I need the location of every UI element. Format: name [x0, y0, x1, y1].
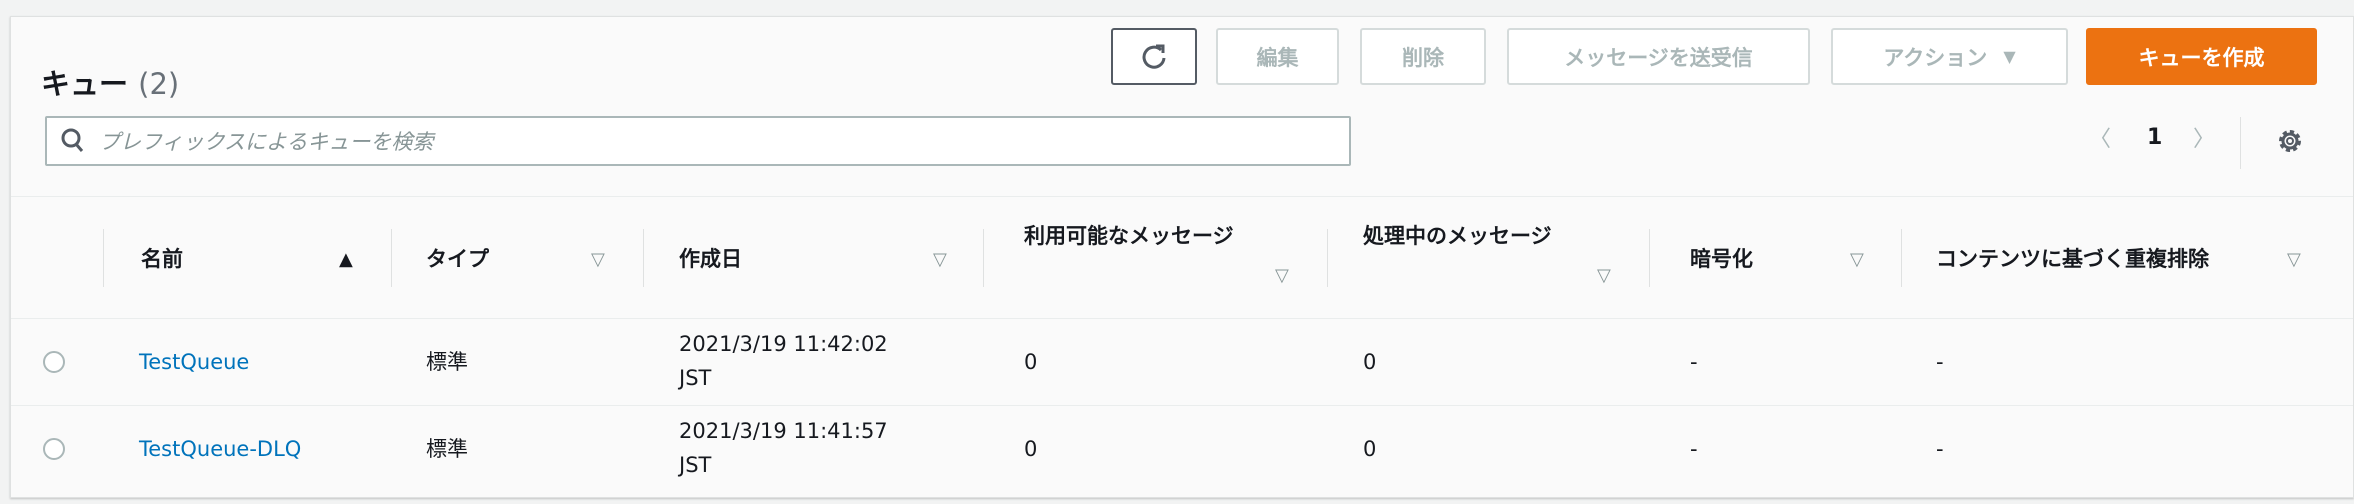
search-icon: [61, 128, 84, 152]
column-header-available[interactable]: 利用可能なメッセージ: [1024, 216, 1274, 296]
col-divider: [643, 229, 644, 287]
available-messages: 0: [1024, 350, 1038, 374]
sort-icon[interactable]: ▽: [2287, 249, 2301, 270]
column-header-dedup[interactable]: コンテンツに基づく重複排除: [1936, 196, 2209, 319]
queue-link[interactable]: TestQueue: [139, 350, 249, 374]
actions-dropdown[interactable]: アクション ▼: [1831, 28, 2068, 85]
row-radio[interactable]: [43, 351, 65, 373]
created-date: 2021/3/19 11:41:57: [679, 419, 888, 443]
sort-icon[interactable]: ▽: [591, 249, 605, 270]
column-header-name[interactable]: 名前: [141, 196, 183, 319]
column-header-inflight[interactable]: 処理中のメッセージ: [1363, 216, 1603, 296]
next-page-button[interactable]: 〉: [2193, 121, 2215, 153]
sort-icon[interactable]: ▽: [933, 249, 947, 270]
edit-button[interactable]: 編集: [1216, 28, 1339, 85]
settings-button[interactable]: [2276, 127, 2304, 159]
actions-label: アクション: [1883, 45, 1988, 70]
table-row: TestQueue 標準 2021/3/19 11:42:02 JST 0 0 …: [11, 319, 2353, 406]
created-tz: JST: [679, 366, 712, 390]
refresh-button[interactable]: [1111, 28, 1197, 85]
prev-page-button[interactable]: 〈: [2089, 121, 2111, 153]
title-text: キュー: [41, 67, 129, 101]
dedup: -: [1936, 350, 1944, 374]
col-divider: [1901, 229, 1902, 287]
sort-asc-icon[interactable]: ▲: [339, 249, 353, 270]
col-divider: [1649, 229, 1650, 287]
sort-icon[interactable]: ▽: [1275, 265, 1289, 286]
encryption: -: [1690, 437, 1698, 461]
sort-icon[interactable]: ▽: [1850, 249, 1864, 270]
encryption: -: [1690, 350, 1698, 374]
column-header-type[interactable]: タイプ: [426, 196, 489, 319]
send-receive-button[interactable]: メッセージを送受信: [1507, 28, 1810, 85]
column-header-encryption[interactable]: 暗号化: [1690, 196, 1753, 319]
available-messages: 0: [1024, 437, 1038, 461]
caret-down-icon: ▼: [2003, 47, 2016, 66]
delete-button[interactable]: 削除: [1360, 28, 1486, 85]
queue-type: 標準: [426, 350, 468, 374]
col-divider: [103, 229, 104, 287]
queue-type: 標準: [426, 437, 468, 461]
created-tz: JST: [679, 453, 712, 477]
create-queue-button[interactable]: キューを作成: [2086, 28, 2317, 85]
page-title: キュー (2): [41, 61, 179, 103]
gear-icon: [2279, 130, 2301, 152]
column-header-created[interactable]: 作成日: [679, 196, 742, 319]
queues-panel: キュー (2) 編集 削除 メッセージを送受信 アクション ▼ キューを作成 プレ…: [10, 16, 2354, 498]
refresh-icon: [1142, 44, 1166, 69]
search-placeholder: プレフィックスによるキューを検索: [99, 130, 434, 154]
inflight-messages: 0: [1363, 350, 1377, 374]
search-input[interactable]: プレフィックスによるキューを検索: [45, 116, 1351, 166]
created-date: 2021/3/19 11:42:02: [679, 332, 888, 356]
current-page[interactable]: 1: [2147, 125, 2162, 150]
col-divider: [983, 229, 984, 287]
row-radio[interactable]: [43, 438, 65, 460]
dedup: -: [1936, 437, 1944, 461]
sort-icon[interactable]: ▽: [1597, 265, 1611, 286]
divider: [2240, 117, 2241, 169]
col-divider: [1327, 229, 1328, 287]
col-divider: [391, 229, 392, 287]
inflight-messages: 0: [1363, 437, 1377, 461]
queue-link[interactable]: TestQueue-DLQ: [139, 437, 301, 461]
queue-count: (2): [138, 67, 180, 101]
table-row: TestQueue-DLQ 標準 2021/3/19 11:41:57 JST …: [11, 406, 2353, 493]
